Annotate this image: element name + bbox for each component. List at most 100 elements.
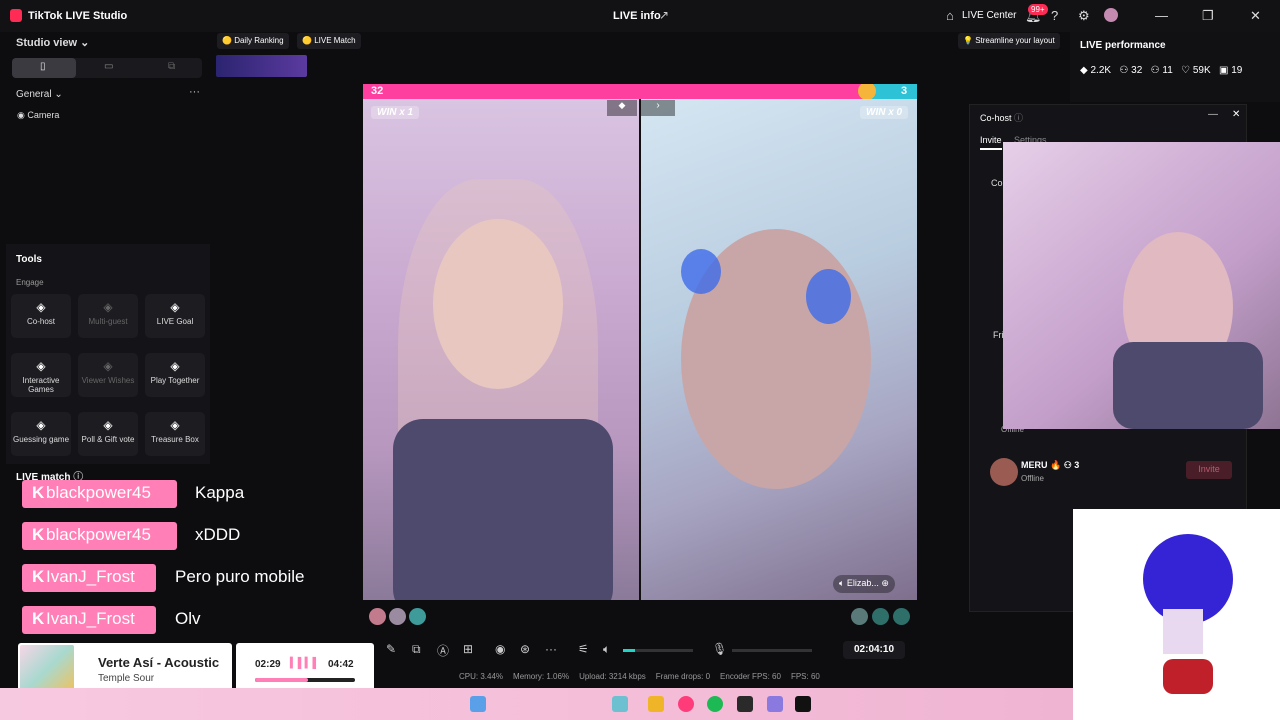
portrait-view-tab[interactable]: ▯ bbox=[12, 58, 76, 78]
avatar[interactable] bbox=[872, 608, 889, 625]
guest-name-tag[interactable]: 🔈︎ Elizab... ⊕ bbox=[833, 575, 895, 593]
spotify-icon[interactable] bbox=[707, 696, 723, 712]
effects-icon[interactable]: ⊛ bbox=[520, 642, 530, 656]
folder-icon[interactable] bbox=[648, 696, 664, 712]
chat-user-label: IvanJ_Frost bbox=[46, 567, 135, 586]
close-icon[interactable]: ✕ bbox=[1250, 8, 1261, 24]
more-icon[interactable]: ··· bbox=[545, 642, 557, 656]
tool-co-host[interactable]: ◈ Co-host bbox=[11, 294, 71, 338]
app-icon[interactable] bbox=[767, 696, 783, 712]
volume-slider[interactable] bbox=[623, 649, 693, 652]
chat-overlay: Kblackpower45 Kappa Kblackpower45 xDDD K Ivan… bbox=[0, 480, 370, 640]
close-icon[interactable]: ✕ bbox=[1232, 109, 1240, 120]
poll-icon: ◈ bbox=[103, 418, 113, 432]
avatar[interactable] bbox=[389, 608, 406, 625]
studio-view-label[interactable]: Studio view ⌄ bbox=[16, 36, 89, 49]
minimize-icon[interactable]: — bbox=[1155, 8, 1168, 23]
tool-poll-gift-vote[interactable]: ◈ Poll & Gift vote bbox=[78, 412, 138, 456]
tiktok-logo-icon bbox=[10, 9, 22, 22]
preview-shirt bbox=[1113, 342, 1263, 429]
tool-label: Play Together bbox=[150, 376, 200, 385]
windows-start-icon[interactable] bbox=[470, 696, 486, 712]
taskbar bbox=[0, 688, 1073, 720]
banner-image[interactable] bbox=[216, 55, 307, 77]
camera-icon: ◉ bbox=[17, 110, 28, 120]
app-icon[interactable] bbox=[612, 696, 628, 712]
info-icon[interactable]: ⓘ bbox=[1014, 113, 1023, 123]
invite-button[interactable]: Invite bbox=[1186, 461, 1232, 479]
tool-play-together[interactable]: ◈ Play Together bbox=[145, 353, 205, 397]
live-info-title[interactable]: LIVE info bbox=[613, 10, 661, 22]
browser-icon[interactable] bbox=[678, 696, 694, 712]
dual-view-tab[interactable]: ⧉ bbox=[168, 61, 175, 72]
album-art bbox=[20, 645, 74, 693]
top-viewers-left[interactable] bbox=[369, 608, 429, 626]
tool-label: Poll & Gift vote bbox=[81, 435, 135, 444]
avatar[interactable] bbox=[851, 608, 868, 625]
camera-source[interactable]: ◉ Camera bbox=[17, 110, 59, 121]
chat-username[interactable]: K IvanJ_Frost bbox=[22, 564, 156, 592]
app-title: TikTok LIVE Studio bbox=[28, 10, 128, 22]
magic-wand-icon[interactable]: ✎ bbox=[386, 642, 396, 656]
gift-icon: ◈ bbox=[103, 359, 113, 373]
help-icon[interactable]: ? bbox=[1051, 8, 1058, 23]
friend-name: MERU 🔥 ⚇ 3 bbox=[1021, 460, 1080, 470]
tool-treasure-box[interactable]: ◈ Treasure Box bbox=[145, 412, 205, 456]
tool-interactive-games[interactable]: ◈ Interactive Games bbox=[11, 353, 71, 397]
screen-capture-icon[interactable]: ⧉ bbox=[412, 642, 421, 657]
match-toggle-icon[interactable]: ◆ bbox=[607, 100, 637, 116]
tab-invite[interactable]: Invite bbox=[980, 135, 1002, 150]
tool-guessing-game[interactable]: ◈ Guessing game bbox=[11, 412, 71, 456]
tool-label: LIVE Goal bbox=[156, 317, 194, 326]
tool-label: Interactive Games bbox=[22, 376, 60, 394]
chat-username[interactable]: Kblackpower45 bbox=[22, 480, 177, 508]
avatar[interactable] bbox=[893, 608, 910, 625]
top-viewers-right[interactable] bbox=[851, 608, 913, 626]
friend-status: Offline bbox=[1021, 474, 1044, 483]
live-center-link[interactable]: LIVE Center bbox=[962, 10, 1016, 21]
restore-icon[interactable]: ❐ bbox=[1202, 8, 1214, 24]
streamline-chip[interactable]: 💡 Streamline your layout bbox=[958, 33, 1060, 49]
landscape-view-tab[interactable]: ▭ bbox=[104, 61, 113, 72]
tool-label: Multi-guest bbox=[88, 317, 128, 326]
minimize-icon[interactable]: — bbox=[1208, 109, 1218, 120]
performance-title: LIVE performance bbox=[1080, 40, 1166, 51]
ai-icon[interactable]: Ⓐ bbox=[437, 642, 449, 659]
mixer-icon[interactable]: ⚟ bbox=[578, 642, 589, 656]
live-match-chip[interactable]: 🟡 LIVE Match bbox=[297, 33, 361, 49]
comments-icon: ⚇ bbox=[1150, 65, 1160, 76]
record-icon[interactable]: ◉ bbox=[495, 642, 505, 656]
chevron-right-icon[interactable]: › bbox=[641, 100, 675, 116]
chat-username[interactable]: K IvanJ_Frost bbox=[22, 606, 156, 634]
question-icon: ◈ bbox=[36, 418, 46, 432]
tool-viewer-wishes[interactable]: ◈ Viewer Wishes bbox=[78, 353, 138, 397]
sprite-overlay bbox=[1073, 509, 1280, 720]
chat-message: Pero puro mobile bbox=[175, 567, 305, 586]
cohost-section-label: Co bbox=[991, 178, 1003, 188]
k-badge-icon: K bbox=[32, 609, 45, 628]
chat-username[interactable]: Kblackpower45 bbox=[22, 522, 177, 550]
guest-camera bbox=[641, 99, 917, 600]
tool-label: Treasure Box bbox=[151, 435, 199, 444]
view-switcher[interactable]: ▯ ▭ ⧉ bbox=[12, 58, 202, 78]
avatar[interactable] bbox=[409, 608, 426, 625]
chat-message: xDDD bbox=[195, 525, 241, 544]
avatar[interactable] bbox=[369, 608, 386, 625]
tool-multi-guest[interactable]: ◈ Multi-guest bbox=[78, 294, 138, 338]
daily-ranking-chip[interactable]: 🟡 Daily Ranking bbox=[217, 33, 289, 49]
microphone-icon[interactable]: 🎙︎ bbox=[712, 642, 727, 656]
home-icon[interactable]: ⌂ bbox=[946, 8, 954, 23]
tool-live-goal[interactable]: ◈ LIVE Goal bbox=[145, 294, 205, 338]
more-icon[interactable]: ··· bbox=[189, 86, 200, 98]
general-label[interactable]: General ⌄ bbox=[16, 89, 63, 100]
volume-icon[interactable]: 🔈︎ bbox=[603, 642, 610, 657]
gear-icon[interactable]: ⚙ bbox=[1078, 8, 1090, 24]
add-source-icon[interactable]: ⊞ bbox=[463, 642, 473, 656]
avatar[interactable] bbox=[1104, 8, 1118, 22]
tiktok-icon[interactable] bbox=[795, 696, 811, 712]
title-bar: TikTok LIVE Studio LIVE info ↗ ⌂ LIVE Ce… bbox=[0, 0, 1280, 32]
mic-slider[interactable] bbox=[732, 649, 812, 652]
share-icon[interactable]: ↗ bbox=[659, 8, 669, 22]
notification-badge: 99+ bbox=[1028, 4, 1048, 15]
obs-icon[interactable] bbox=[737, 696, 753, 712]
